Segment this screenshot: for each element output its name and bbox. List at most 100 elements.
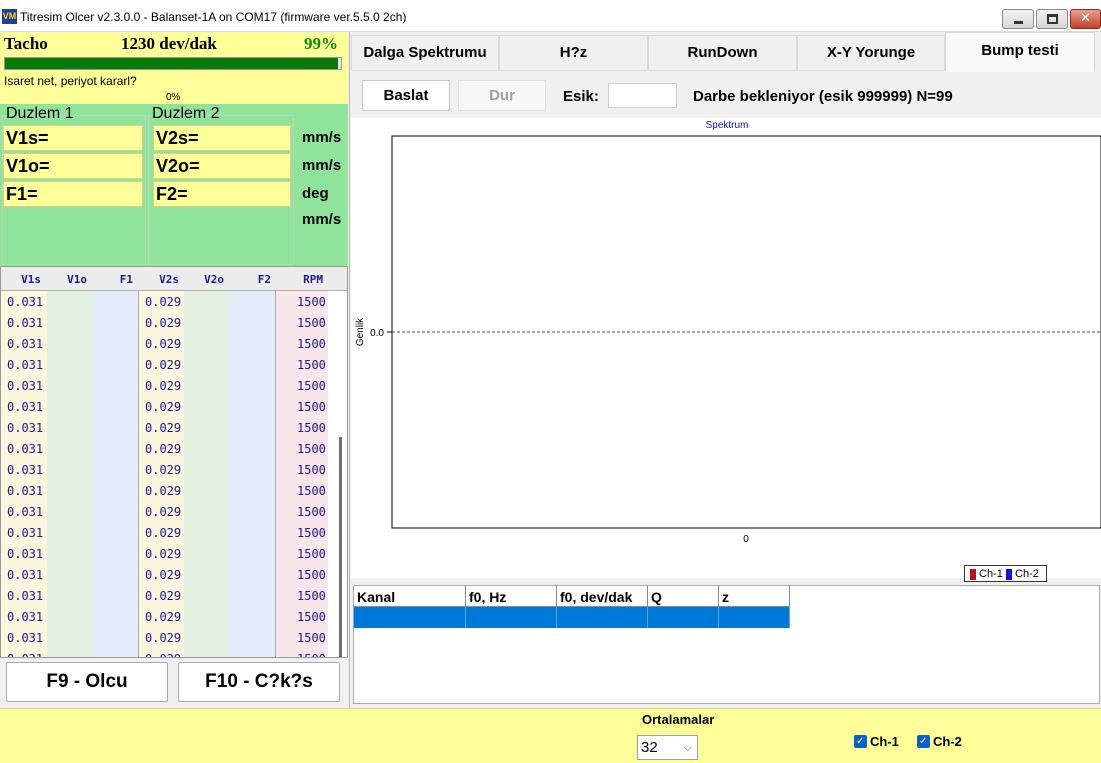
title-bar[interactable]: VM Titresim Olcer v2.3.0.0 - Balanset-1A… xyxy=(0,0,1101,32)
table-row[interactable]: 0.031 0.029 1500 xyxy=(1,564,347,585)
minimize-button[interactable] xyxy=(1002,9,1034,29)
maximize-button[interactable] xyxy=(1036,9,1068,29)
results-header-f0-rpm[interactable]: f0, dev/dak xyxy=(557,586,648,607)
results-header-f0-hz[interactable]: f0, Hz xyxy=(466,586,557,607)
cell-v1s: 0.031 xyxy=(7,442,44,456)
tacho-progress-bar xyxy=(4,57,342,70)
cell-v2s: 0.029 xyxy=(145,652,181,657)
table-row[interactable]: 0.031 0.029 1500 xyxy=(1,312,347,333)
app-icon: VM xyxy=(2,9,17,24)
table-row[interactable]: 0.031 0.029 1500 xyxy=(1,648,347,657)
tab-hiz[interactable]: H?z xyxy=(499,35,648,71)
table-row[interactable]: 0.031 0.029 1500 xyxy=(1,333,347,354)
cell-rpm: 1500 xyxy=(297,526,326,540)
cell-rpm: 1500 xyxy=(297,400,326,414)
cell-v2s: 0.029 xyxy=(145,400,182,414)
cell-v1s: 0.031 xyxy=(7,547,44,561)
unit-label-vs: mm/s xyxy=(302,129,342,146)
results-header-z[interactable]: z xyxy=(719,586,790,607)
cell-rpm: 1500 xyxy=(297,337,326,351)
exit-button[interactable]: F10 - C?k?s xyxy=(178,662,340,702)
cell-rpm: 1500 xyxy=(297,295,326,309)
header-v1o[interactable]: V1o xyxy=(53,273,87,286)
measurement-table[interactable]: V1s V1o F1 V2s V2o F2 RPM 0.031 0.029 1500… xyxy=(0,266,348,658)
results-selected-cell[interactable] xyxy=(466,607,557,628)
table-row[interactable]: 0.031 0.029 1500 xyxy=(1,417,347,438)
cell-rpm: 1500 xyxy=(297,484,326,498)
table-row[interactable]: 0.031 0.029 1500 xyxy=(1,480,347,501)
results-selected-cell[interactable] xyxy=(719,607,790,628)
results-grid[interactable]: Kanal f0, Hz f0, dev/dak Q z xyxy=(353,585,1100,704)
tab-xy-yorunge[interactable]: X-Y Yorunge xyxy=(797,35,945,71)
y-tick-label: 0.0 xyxy=(370,328,384,339)
table-row[interactable]: 0.031 0.029 1500 xyxy=(1,585,347,606)
table-row[interactable]: 0.031 0.029 1500 xyxy=(1,627,347,648)
start-button[interactable]: Baslat xyxy=(362,80,450,111)
plane-2-title: Duzlem 2 xyxy=(152,105,220,122)
table-row[interactable]: 0.031 0.029 1500 xyxy=(1,459,347,480)
ch1-checkbox-label: Ch-1 xyxy=(870,734,899,749)
cell-v1s: 0.031 xyxy=(7,421,44,435)
header-f1[interactable]: F1 xyxy=(99,273,133,286)
stop-button[interactable]: Dur xyxy=(458,80,546,111)
cell-v1s: 0.031 xyxy=(7,652,43,657)
averages-select[interactable]: 32 ⌵ xyxy=(637,735,698,760)
results-selected-cell[interactable] xyxy=(648,607,719,628)
table-row[interactable]: 0.031 0.029 1500 xyxy=(1,375,347,396)
spectrum-chart[interactable]: Spektrum 0.0 Genlik 0 xyxy=(351,118,1101,578)
table-row[interactable]: 0.031 0.029 1500 xyxy=(1,501,347,522)
measure-button[interactable]: F9 - Olcu xyxy=(6,662,168,702)
cell-rpm: 1500 xyxy=(297,505,326,519)
header-v2o[interactable]: V2o xyxy=(188,273,224,286)
maximize-icon xyxy=(1047,14,1058,24)
legend-swatch-ch1 xyxy=(970,569,976,580)
header-f2[interactable]: F2 xyxy=(233,273,271,286)
v1s-field: V1s= xyxy=(3,125,143,151)
table-row[interactable]: 0.031 0.029 1500 xyxy=(1,606,347,627)
header-v1s[interactable]: V1s xyxy=(7,273,41,286)
cell-v2s: 0.029 xyxy=(145,421,182,435)
cell-rpm: 1500 xyxy=(297,463,326,477)
results-header-kanal[interactable]: Kanal xyxy=(354,586,466,607)
tacho-panel: Tacho 1230 dev/dak 99% Isaret net, periy… xyxy=(0,32,348,104)
cell-v2s: 0.029 xyxy=(145,505,182,519)
header-rpm[interactable]: RPM xyxy=(287,273,323,286)
window-title: Titresim Olcer v2.3.0.0 - Balanset-1A on… xyxy=(20,10,407,24)
table-row[interactable]: 0.031 0.029 1500 xyxy=(1,438,347,459)
cell-v2s: 0.029 xyxy=(145,463,182,477)
averages-value: 32 xyxy=(641,739,658,756)
tab-bump-testi[interactable]: Bump testi xyxy=(945,32,1095,72)
checkmark-icon: ✓ xyxy=(856,736,865,747)
header-v2s[interactable]: V2s xyxy=(143,273,179,286)
cell-v2s: 0.029 xyxy=(145,295,182,309)
tab-dalga-spektrumu[interactable]: Dalga Spektrumu xyxy=(351,35,499,71)
table-row[interactable]: 0.031 0.029 1500 xyxy=(1,354,347,375)
table-row[interactable]: 0.031 0.029 1500 xyxy=(1,543,347,564)
ch1-checkbox[interactable]: ✓ xyxy=(854,735,867,748)
cell-rpm: 1500 xyxy=(297,610,326,624)
bump-status-text: Darbe bekleniyor (esik 999999) N=99 xyxy=(693,88,953,105)
results-header-q[interactable]: Q xyxy=(648,586,719,607)
cell-v2s: 0.029 xyxy=(145,610,182,624)
cell-v2s: 0.029 xyxy=(145,379,182,393)
tacho-progress-fill xyxy=(5,58,338,69)
close-button[interactable]: ✕ xyxy=(1070,9,1101,29)
table-row[interactable]: 0.031 0.029 1500 xyxy=(1,522,347,543)
table-row[interactable]: 0.031 0.029 1500 xyxy=(1,291,347,312)
cell-v1s: 0.031 xyxy=(7,463,44,477)
table-scrollbar[interactable] xyxy=(339,437,342,657)
secondary-percent: 0% xyxy=(166,92,181,103)
results-selected-cell[interactable] xyxy=(354,607,466,628)
cell-v1s: 0.031 xyxy=(7,295,44,309)
unit-label-f: deg xyxy=(302,185,329,202)
table-row[interactable]: 0.031 0.029 1500 xyxy=(1,396,347,417)
results-selected-cell[interactable] xyxy=(557,607,648,628)
spectrum-chart-svg: Spektrum 0.0 Genlik 0 xyxy=(355,120,1101,545)
planes-panel: Duzlem 1 V1s= V1o= F1= Duzlem 2 V2s= V2o… xyxy=(0,104,348,266)
chart-legend: Ch-1 Ch-2 xyxy=(964,565,1047,582)
signal-status-text: Isaret net, periyot kararl? xyxy=(4,74,137,88)
cell-v2s: 0.029 xyxy=(145,568,182,582)
threshold-input[interactable] xyxy=(608,83,677,108)
ch2-checkbox[interactable]: ✓ xyxy=(917,735,930,748)
tab-rundown[interactable]: RunDown xyxy=(648,35,797,71)
